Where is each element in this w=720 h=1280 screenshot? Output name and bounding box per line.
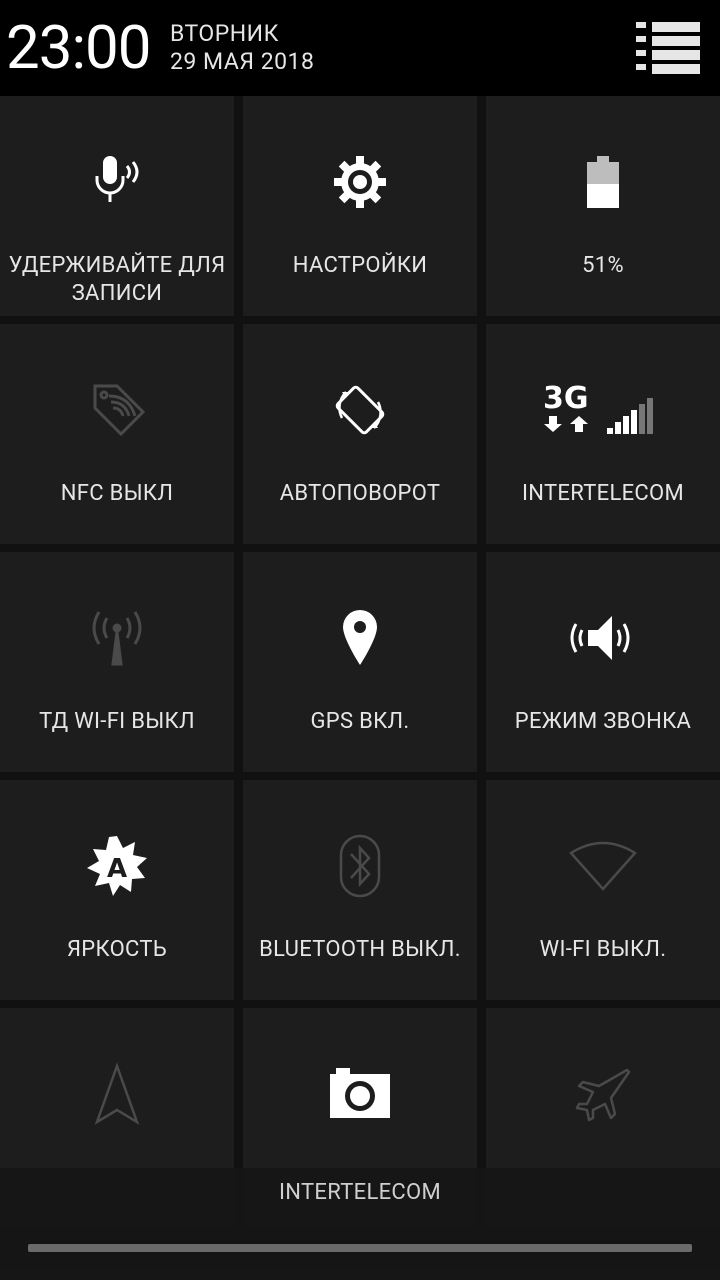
tile-voice-record[interactable]: УДЕРЖИВАЙТЕ ДЛЯ ЗАПИСИ bbox=[0, 96, 234, 316]
tile-hotspot[interactable]: ТД WI-FI ВЫКЛ bbox=[0, 552, 234, 772]
tile-gps[interactable]: GPS ВКЛ. bbox=[243, 552, 477, 772]
tile-label: ЯРКОСТЬ bbox=[66, 937, 168, 962]
status-header: 23:00 ВТОРНИК 29 МАЯ 2018 bbox=[0, 0, 720, 96]
tile-nfc[interactable]: NFC ВЫКЛ bbox=[0, 324, 234, 544]
date-block[interactable]: ВТОРНИК 29 МАЯ 2018 bbox=[170, 20, 314, 76]
tile-label: BLUETOOTH ВЫКЛ. bbox=[259, 937, 461, 962]
ringer-volume-icon bbox=[486, 596, 720, 680]
tile-ringer[interactable]: РЕЖИМ ЗВОНКА bbox=[486, 552, 720, 772]
drag-handle[interactable] bbox=[28, 1244, 692, 1252]
mobile-3g-signal-icon: 3G bbox=[486, 368, 720, 452]
tile-brightness[interactable]: A ЯРКОСТЬ bbox=[0, 780, 234, 1000]
tile-label: NFC ВЫКЛ bbox=[60, 481, 174, 506]
clock[interactable]: 23:00 bbox=[6, 14, 151, 82]
tile-label: АВТОПОВОРОТ bbox=[279, 481, 441, 506]
hotspot-icon bbox=[0, 596, 234, 680]
wifi-icon bbox=[486, 824, 720, 908]
tile-label: РЕЖИМ ЗВОНКА bbox=[514, 709, 692, 734]
navigation-arrow-icon bbox=[0, 1052, 234, 1136]
tile-wifi[interactable]: WI-FI ВЫКЛ. bbox=[486, 780, 720, 1000]
location-pin-icon bbox=[243, 596, 477, 680]
bluetooth-icon bbox=[243, 824, 477, 908]
carrier-name: INTERTELECOM bbox=[279, 1180, 441, 1205]
tile-battery[interactable]: 51% bbox=[486, 96, 720, 316]
auto-rotate-icon bbox=[243, 368, 477, 452]
quick-settings-grid: УДЕРЖИВАЙТЕ ДЛЯ ЗАПИСИ НАСТРОЙКИ 51% NFC… bbox=[0, 96, 720, 1228]
gear-icon bbox=[243, 140, 477, 224]
camera-icon bbox=[243, 1052, 477, 1136]
tile-label: 51% bbox=[582, 253, 624, 278]
tile-bluetooth[interactable]: BLUETOOTH ВЫКЛ. bbox=[243, 780, 477, 1000]
tile-settings[interactable]: НАСТРОЙКИ bbox=[243, 96, 477, 316]
weekday: ВТОРНИК bbox=[170, 20, 279, 47]
tile-label: INTERTELECOM bbox=[522, 481, 684, 506]
tile-label: WI-FI ВЫКЛ. bbox=[539, 937, 667, 962]
microphone-icon bbox=[0, 140, 234, 224]
svg-text:3G: 3G bbox=[543, 381, 589, 416]
airplane-icon bbox=[486, 1052, 720, 1136]
tile-label: НАСТРОЙКИ bbox=[292, 253, 428, 278]
brightness-auto-icon: A bbox=[0, 824, 234, 908]
tile-auto-rotate[interactable]: АВТОПОВОРОТ bbox=[243, 324, 477, 544]
tile-label: ТД WI-FI ВЫКЛ bbox=[39, 709, 195, 734]
tile-label: УДЕРЖИВАЙТЕ ДЛЯ ЗАПИСИ bbox=[8, 253, 226, 306]
date: 29 МАЯ 2018 bbox=[170, 48, 315, 75]
notifications-list-icon[interactable] bbox=[636, 20, 702, 76]
svg-text:A: A bbox=[107, 854, 127, 884]
tile-mobile-data[interactable]: 3G INTERTELECOM bbox=[486, 324, 720, 544]
nfc-icon bbox=[0, 368, 234, 452]
battery-icon bbox=[486, 140, 720, 224]
tile-label: GPS ВКЛ. bbox=[310, 709, 410, 734]
bottom-bar: INTERTELECOM bbox=[0, 1168, 720, 1280]
